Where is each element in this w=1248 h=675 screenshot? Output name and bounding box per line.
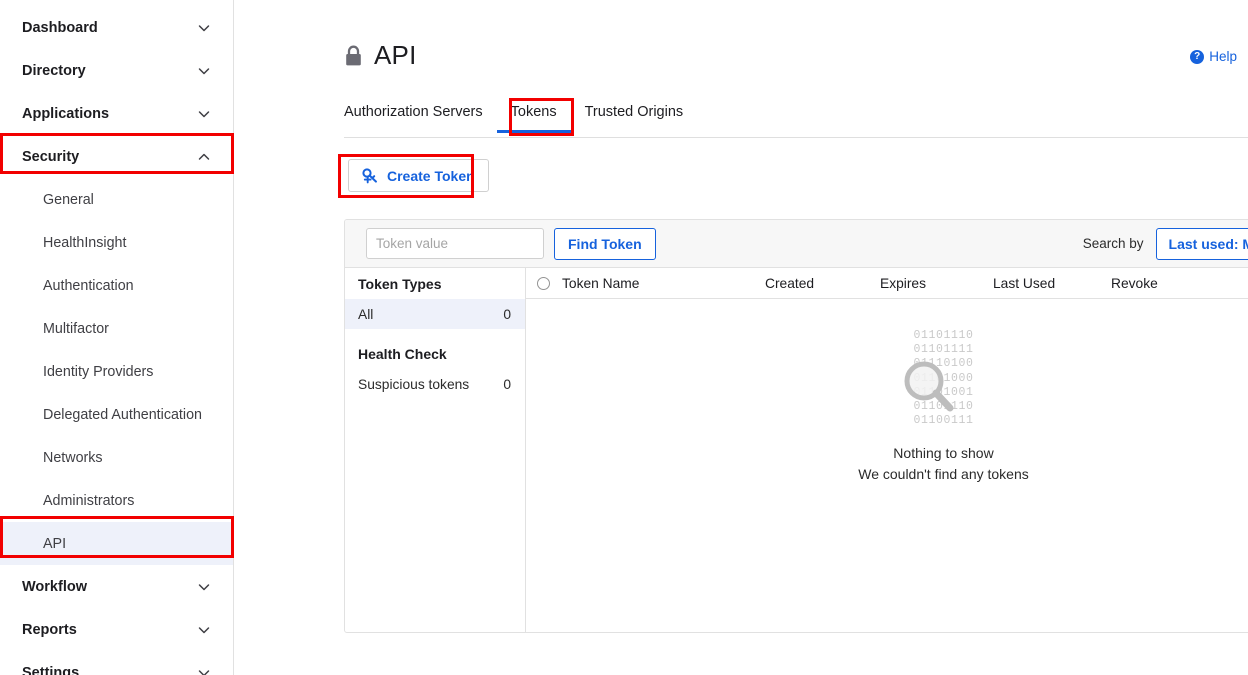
sidebar-group-workflow[interactable]: Workflow <box>0 565 233 608</box>
chevron-down-icon <box>197 666 211 675</box>
tab-label: Tokens <box>510 104 557 120</box>
tab-bar: Authorization Servers Tokens Trusted Ori… <box>344 100 1248 138</box>
tokens-table-card: Find Token Search by Last used: Most rec… <box>344 219 1248 633</box>
token-type-count: 0 <box>503 376 511 392</box>
sidebar-group-label: Settings <box>22 664 80 675</box>
sidebar-item-multifactor[interactable]: Multifactor <box>0 307 233 350</box>
filter-right-group: Search by Last used: Most recent <box>1082 227 1248 260</box>
sidebar-group-reports[interactable]: Reports <box>0 608 233 651</box>
binary-line: 01100111 <box>913 414 974 428</box>
sort-by-dropdown[interactable]: Last used: Most recent <box>1155 227 1248 260</box>
help-label: Help <box>1209 49 1237 64</box>
binary-line: 01101111 <box>913 343 974 357</box>
sidebar-item-networks[interactable]: Networks <box>0 436 233 479</box>
token-value-input[interactable] <box>366 228 544 259</box>
sidebar-item-identity-providers[interactable]: Identity Providers <box>0 350 233 393</box>
tokens-grid: Token Name Created Expires Last Used Rev… <box>526 268 1248 632</box>
app-root: Dashboard Directory Applications Securit… <box>0 0 1248 675</box>
search-by-label: Search by <box>1082 236 1144 251</box>
sidebar-item-healthinsight[interactable]: HealthInsight <box>0 221 233 264</box>
sidebar-item-label: Administrators <box>43 492 135 509</box>
token-type-all[interactable]: All 0 <box>345 299 525 329</box>
token-type-label: All <box>358 306 374 322</box>
tab-authorization-servers[interactable]: Authorization Servers <box>330 100 497 132</box>
chevron-down-icon <box>197 64 211 78</box>
sidebar-group-directory[interactable]: Directory <box>0 49 233 92</box>
sidebar-item-authentication[interactable]: Authentication <box>0 264 233 307</box>
token-types-section-heading: Health Check <box>358 346 447 362</box>
sidebar-item-label: Networks <box>43 449 103 466</box>
tab-tokens[interactable]: Tokens <box>496 100 571 133</box>
tab-label: Trusted Origins <box>584 104 684 120</box>
magnifier-icon <box>902 359 958 415</box>
chevron-down-icon <box>197 21 211 35</box>
card-body: Token Types All 0 Health Check Suspiciou… <box>345 268 1248 632</box>
page-title: API <box>374 40 417 70</box>
sidebar-item-label: Multifactor <box>43 320 109 337</box>
sidebar-group-label: Dashboard <box>22 19 98 36</box>
sidebar-item-general[interactable]: General <box>0 178 233 221</box>
tab-trusted-origins[interactable]: Trusted Origins <box>571 100 698 132</box>
sidebar-group-security[interactable]: Security <box>0 135 233 178</box>
filter-bar: Find Token Search by Last used: Most rec… <box>345 220 1248 268</box>
sidebar: Dashboard Directory Applications Securit… <box>0 0 234 675</box>
chevron-down-icon <box>197 580 211 594</box>
empty-state-subtitle: We couldn't find any tokens <box>858 466 1029 482</box>
sidebar-group-label: Workflow <box>22 578 87 595</box>
sidebar-group-settings[interactable]: Settings <box>0 651 233 675</box>
token-type-label: Suspicious tokens <box>358 376 470 392</box>
sidebar-group-label: Security <box>22 148 80 165</box>
sidebar-group-applications[interactable]: Applications <box>0 92 233 135</box>
tab-label: Authorization Servers <box>344 104 483 120</box>
empty-state-title: Nothing to show <box>893 445 994 461</box>
question-circle-icon: ? <box>1190 49 1205 64</box>
chevron-down-icon <box>197 623 211 637</box>
find-token-button[interactable]: Find Token <box>554 227 656 260</box>
sidebar-item-label: HealthInsight <box>43 234 127 251</box>
create-token-button[interactable]: Create Token <box>348 159 489 192</box>
token-types-heading: Token Types <box>358 275 442 292</box>
chevron-up-icon <box>197 150 211 164</box>
magnifier-binary-icon: 01101110 01101111 01110100 01101000 0110… <box>894 329 994 429</box>
lock-icon <box>344 45 363 67</box>
key-plus-icon <box>362 167 379 184</box>
sidebar-item-label: API <box>43 535 67 552</box>
main-content: ? Help API Authorization Servers Tokens … <box>234 0 1248 675</box>
empty-state: 01101110 01101111 01110100 01101000 0110… <box>526 268 1248 632</box>
token-types-pane: Token Types All 0 Health Check Suspiciou… <box>345 268 526 632</box>
sidebar-item-label: Identity Providers <box>43 363 154 380</box>
sidebar-group-dashboard[interactable]: Dashboard <box>0 6 233 49</box>
help-link[interactable]: ? Help <box>1190 49 1237 64</box>
create-token-label: Create Token <box>387 167 475 184</box>
sort-by-value: Last used: Most recent <box>1168 235 1248 252</box>
binary-line: 01101110 <box>913 329 974 342</box>
sidebar-item-label: General <box>43 191 94 208</box>
sidebar-item-api[interactable]: API <box>0 522 233 565</box>
sidebar-group-label: Applications <box>22 105 110 122</box>
token-type-suspicious[interactable]: Suspicious tokens 0 <box>345 369 525 399</box>
chevron-down-icon <box>197 107 211 121</box>
sidebar-item-administrators[interactable]: Administrators <box>0 479 233 522</box>
token-type-count: 0 <box>503 306 511 322</box>
sidebar-group-label: Directory <box>22 62 86 79</box>
sidebar-item-delegated-authentication[interactable]: Delegated Authentication <box>0 393 233 436</box>
sidebar-group-label: Reports <box>22 621 77 638</box>
page-header: API <box>344 40 417 71</box>
sidebar-item-label: Delegated Authentication <box>43 406 202 423</box>
sidebar-item-label: Authentication <box>43 277 134 294</box>
